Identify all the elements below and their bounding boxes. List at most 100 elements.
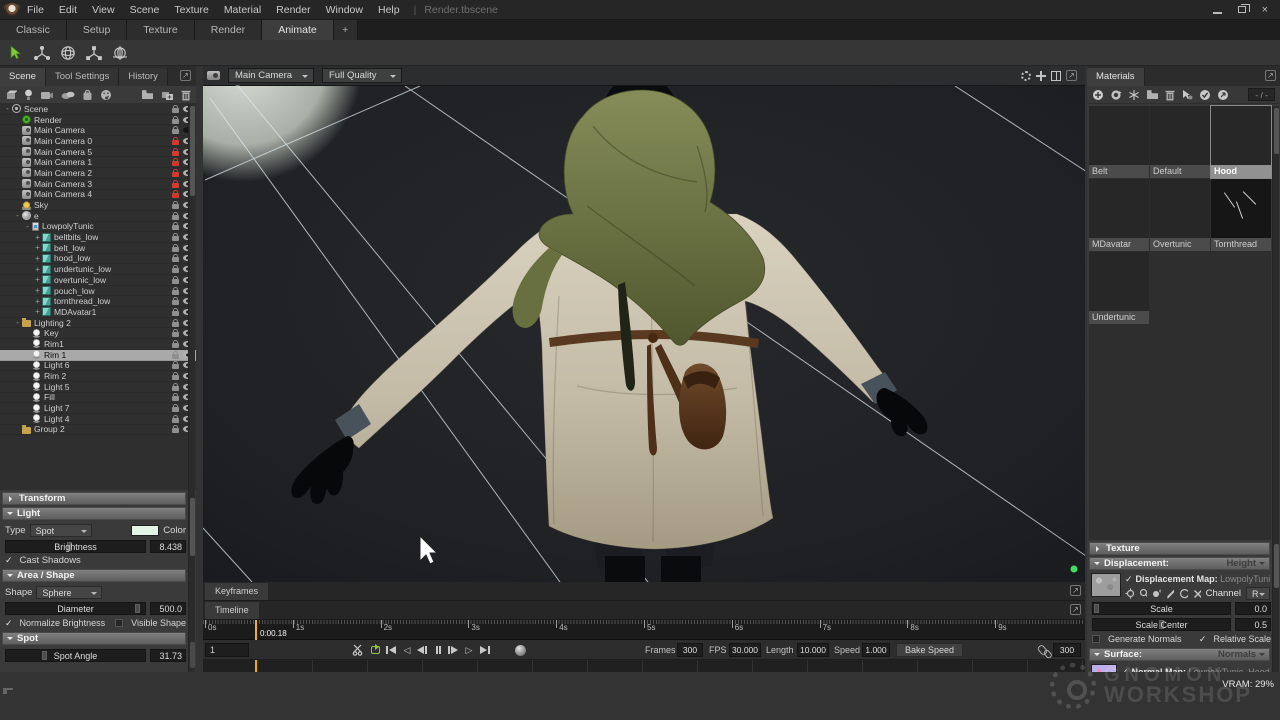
universal-tool-button[interactable]	[110, 43, 130, 63]
tree-item-beltbits-low[interactable]: +beltbits_low	[0, 232, 196, 243]
expander-icon[interactable]: +	[33, 243, 42, 252]
lock-icon[interactable]	[172, 300, 179, 305]
visible-shape-checkbox[interactable]	[115, 619, 123, 627]
speed-value-field[interactable]: 1.000	[862, 643, 890, 657]
tree-item-key[interactable]: Key	[0, 328, 196, 339]
tree-item-main-camera-4[interactable]: Main Camera 4	[0, 190, 196, 201]
lock-icon[interactable]	[172, 225, 179, 230]
minimize-button[interactable]	[1213, 12, 1222, 14]
add-object-icon[interactable]	[5, 89, 17, 101]
add-light-icon[interactable]	[24, 89, 33, 101]
menu-scene[interactable]: Scene	[130, 4, 160, 16]
map-search-icon[interactable]	[1139, 588, 1148, 599]
lock-icon[interactable]	[172, 247, 179, 252]
expander-icon[interactable]: -	[3, 104, 12, 113]
pause-button[interactable]	[431, 643, 445, 657]
scene-tree-scrollbar[interactable]	[188, 104, 195, 490]
loop-button[interactable]	[368, 643, 382, 657]
lock-icon[interactable]	[172, 279, 179, 284]
tab-classic[interactable]: Classic	[0, 20, 67, 40]
menu-material[interactable]: Material	[224, 4, 261, 16]
lock-icon[interactable]	[172, 193, 179, 198]
lock-icon[interactable]	[172, 322, 179, 327]
tab-keyframes[interactable]: Keyframes	[205, 583, 268, 600]
light-properties-scrollbar[interactable]	[188, 490, 195, 672]
spot-angle-value[interactable]: 31.73	[150, 649, 186, 662]
brightness-slider[interactable]: Brightness	[5, 540, 146, 553]
lock-icon[interactable]	[172, 386, 179, 391]
map-clear-icon[interactable]	[1193, 589, 1201, 599]
tree-item-light-7[interactable]: Light 7	[0, 403, 196, 414]
material-hood[interactable]: Hood	[1211, 106, 1271, 178]
displacement-map-thumbnail[interactable]	[1091, 573, 1121, 597]
tree-item-main-camera-2[interactable]: Main Camera 2	[0, 168, 196, 179]
tree-item-hood-low[interactable]: +hood_low	[0, 254, 196, 265]
lock-icon[interactable]	[172, 396, 179, 401]
tree-item-e[interactable]: -e	[0, 211, 196, 222]
relative-scale-checkbox[interactable]: ✓	[1199, 634, 1207, 645]
tree-item-lowpolytunic[interactable]: -LowpolyTunic	[0, 222, 196, 233]
tree-item-tornthread-low[interactable]: +tornthread_low	[0, 296, 196, 307]
close-button[interactable]: ×	[1262, 5, 1268, 15]
lock-icon[interactable]	[172, 343, 179, 348]
pick-material-icon[interactable]	[1181, 89, 1193, 101]
add-prop-icon[interactable]	[82, 89, 93, 101]
bake-speed-button[interactable]: Bake Speed	[896, 643, 963, 657]
select-tool-button[interactable]	[6, 43, 26, 63]
tab-scene[interactable]: Scene	[0, 68, 46, 86]
add-workspace-tab-button[interactable]: +	[334, 20, 358, 40]
prev-key-button[interactable]: ◁	[400, 643, 414, 657]
scene-popout-icon[interactable]: ↗	[180, 70, 191, 81]
shape-dropdown[interactable]: Sphere	[36, 586, 102, 599]
translate-tool-button[interactable]	[32, 43, 52, 63]
tree-item-rim1[interactable]: Rim1	[0, 339, 196, 350]
tree-item-rim-1[interactable]: Rim 1	[0, 350, 196, 361]
tab-animate[interactable]: Animate	[262, 20, 334, 40]
open-material-icon[interactable]	[1217, 89, 1229, 101]
material-folder-icon[interactable]	[1146, 89, 1159, 100]
expander-icon[interactable]: +	[33, 233, 42, 242]
displacement-map-checkbox[interactable]: ✓	[1125, 574, 1133, 584]
displacement-section-header[interactable]: Displacement: Height	[1089, 557, 1270, 570]
viewport-move-icon[interactable]	[1036, 71, 1046, 81]
tree-item-belt-low[interactable]: +belt_low	[0, 243, 196, 254]
lock-icon[interactable]	[172, 428, 179, 433]
restore-button[interactable]	[1238, 6, 1246, 13]
timeline-popout-icon[interactable]: ↗	[1070, 604, 1081, 615]
skip-end-button[interactable]	[478, 643, 492, 657]
spot-section-header[interactable]: Spot	[2, 632, 186, 645]
tree-item-render[interactable]: Render	[0, 115, 196, 126]
materials-scrollbar[interactable]	[1272, 106, 1279, 540]
current-frame-field[interactable]: 1	[205, 643, 249, 657]
lock-icon[interactable]	[172, 268, 179, 273]
map-settings-icon[interactable]	[1125, 588, 1134, 599]
tree-item-overtunic-low[interactable]: +overtunic_low	[0, 275, 196, 286]
viewport-split-icon[interactable]	[1051, 71, 1061, 81]
map-reload-icon[interactable]	[1179, 588, 1188, 599]
material-mdavatar[interactable]: MDavatar	[1089, 179, 1149, 251]
menu-texture[interactable]: Texture	[174, 4, 208, 16]
map-paint-icon[interactable]	[1152, 588, 1161, 599]
lock-icon[interactable]	[172, 183, 179, 188]
rotate-tool-button[interactable]	[58, 43, 78, 63]
lock-icon[interactable]	[172, 236, 179, 241]
menu-help[interactable]: Help	[378, 4, 400, 16]
delete-material-icon[interactable]	[1165, 89, 1175, 101]
transform-section-header[interactable]: Transform	[2, 492, 186, 505]
materials-popout-icon[interactable]: ↗	[1265, 70, 1276, 81]
tree-item-rim-2[interactable]: Rim 2	[0, 371, 196, 382]
tree-item-mdavatar1[interactable]: +MDAvatar1	[0, 307, 196, 318]
expander-icon[interactable]: +	[33, 265, 42, 274]
lock-icon[interactable]	[172, 418, 179, 423]
displacement-mode-dropdown[interactable]: Height	[1226, 558, 1265, 569]
surface-mode-dropdown[interactable]: Normals	[1218, 649, 1265, 660]
lock-icon[interactable]	[172, 257, 179, 262]
viewport-canvas[interactable]	[203, 86, 1085, 582]
link-icon[interactable]	[1037, 644, 1049, 656]
scale-value[interactable]: 0.0	[1235, 602, 1271, 615]
expander-icon[interactable]: +	[33, 307, 42, 316]
material-undertunic[interactable]: Undertunic	[1089, 252, 1149, 324]
area-shape-section-header[interactable]: Area / Shape	[2, 569, 186, 582]
menu-edit[interactable]: Edit	[59, 4, 77, 16]
lock-icon[interactable]	[172, 215, 179, 220]
